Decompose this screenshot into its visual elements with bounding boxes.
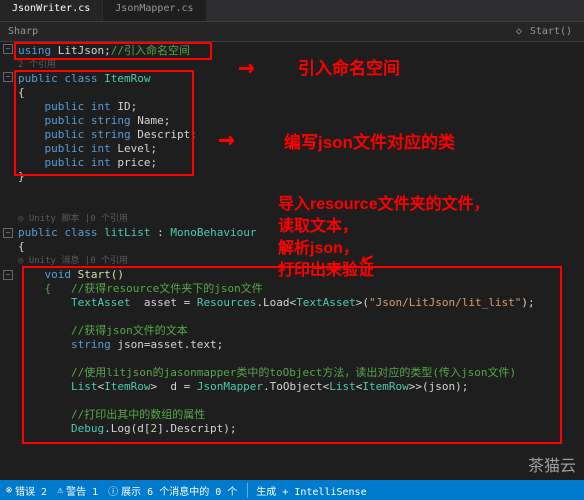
code-line[interactable]: //使用litjson的jasonmapper类中的toObject方法，读出对…: [18, 366, 584, 380]
code-line[interactable]: [18, 352, 584, 366]
arrow-icon: →: [238, 50, 255, 83]
fold-icon[interactable]: −: [3, 228, 13, 238]
breadcrumb: Sharp ◇ Start(): [0, 22, 584, 42]
code-line[interactable]: string json=asset.text;: [18, 338, 584, 352]
code-line[interactable]: List<ItemRow> d = JsonMapper.ToObject<Li…: [18, 380, 584, 394]
code-line[interactable]: public string Name;: [18, 114, 584, 128]
unity-icon: ◎: [18, 214, 23, 224]
status-errors[interactable]: ⊗ 错误 2: [6, 483, 47, 498]
method-indicator-icon: ◇: [516, 26, 522, 37]
code-line[interactable]: public int ID;: [18, 100, 584, 114]
fold-icon[interactable]: −: [3, 72, 13, 82]
code-line[interactable]: {: [18, 86, 584, 100]
gutter: − − − −: [0, 42, 16, 480]
status-build[interactable]: 生成 + IntelliSense: [247, 483, 366, 498]
annotation-text-2: 编写json文件对应的类: [284, 128, 455, 153]
code-line[interactable]: [18, 310, 584, 324]
tab-bar: JsonWriter.cs JsonMapper.cs: [0, 0, 584, 22]
code-line[interactable]: //打印出其中的数组的属性: [18, 408, 584, 422]
tab-jsonmapper[interactable]: JsonMapper.cs: [103, 0, 206, 21]
code-line[interactable]: }: [18, 170, 584, 184]
code-line[interactable]: public int price;: [18, 156, 584, 170]
breadcrumb-scope[interactable]: Sharp: [8, 26, 38, 37]
tab-jsonwriter[interactable]: JsonWriter.cs: [0, 0, 103, 21]
code-editor[interactable]: − − − − using LitJson;//引入命名空间 2 个引用 pub…: [0, 42, 584, 480]
status-messages[interactable]: ⓘ 展示 6 个消息中的 0 个: [108, 483, 237, 498]
status-warnings[interactable]: ⚠ 警告 1: [57, 483, 98, 498]
breadcrumb-method[interactable]: Start(): [530, 26, 572, 37]
code-line[interactable]: { //获得resource文件夹下的json文件: [18, 282, 584, 296]
error-icon: ⊗: [6, 485, 12, 496]
annotation-text-3: 导入resource文件夹的文件，: [278, 190, 490, 214]
code-line[interactable]: //获得json文件的文本: [18, 324, 584, 338]
code-line[interactable]: TextAsset asset = Resources.Load<TextAss…: [18, 296, 584, 310]
warning-icon: ⚠: [57, 485, 63, 496]
status-bar: ⊗ 错误 2 ⚠ 警告 1 ⓘ 展示 6 个消息中的 0 个 生成 + Inte…: [0, 480, 584, 500]
arrow-icon: →: [218, 122, 235, 155]
code-line[interactable]: [18, 394, 584, 408]
fold-icon[interactable]: −: [3, 44, 13, 54]
unity-icon: ◎: [18, 256, 23, 266]
annotation-text-1: 引入命名空间: [298, 54, 400, 79]
code-line[interactable]: Debug.Log(d[2].Descript);: [18, 422, 584, 436]
annotation-text-5: 解析json，: [278, 234, 359, 258]
annotation-text-6: 打印出来验证: [278, 256, 374, 280]
fold-icon[interactable]: −: [3, 270, 13, 280]
info-icon: ⓘ: [108, 483, 118, 498]
watermark: 茶猫云: [528, 452, 576, 476]
annotation-text-4: 读取文本，: [278, 212, 358, 236]
